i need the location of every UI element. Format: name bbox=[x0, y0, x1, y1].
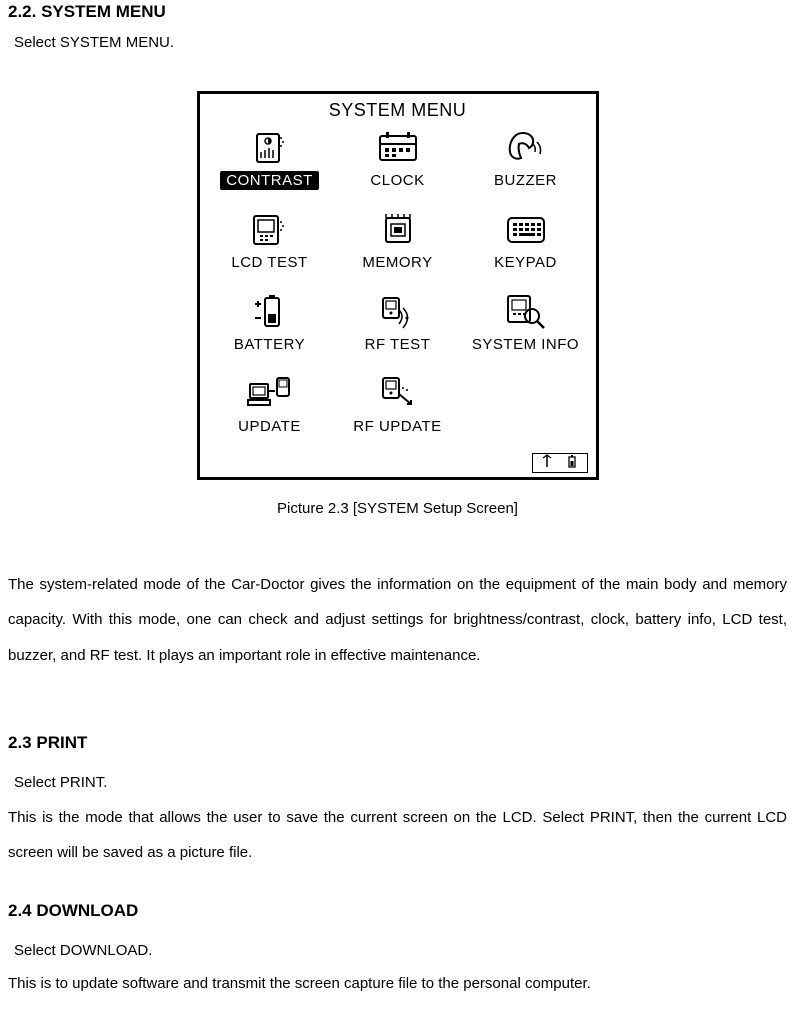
menu-item-empty bbox=[466, 373, 586, 451]
heading-2-3: 2.3 PRINT bbox=[8, 733, 787, 753]
menu-label-lcd-test: LCD TEST bbox=[225, 253, 313, 272]
lcd-test-icon bbox=[247, 209, 293, 251]
lcd-statusbar bbox=[532, 453, 588, 473]
battery-icon bbox=[247, 291, 293, 333]
rf-test-icon bbox=[375, 291, 421, 333]
menu-label-system-info: SYSTEM INFO bbox=[466, 335, 585, 354]
menu-label-keypad: KEYPAD bbox=[488, 253, 563, 272]
menu-label-contrast: CONTRAST bbox=[220, 171, 319, 190]
menu-item-clock[interactable]: CLOCK bbox=[338, 127, 458, 205]
system-info-icon bbox=[503, 291, 549, 333]
buzzer-icon bbox=[503, 127, 549, 169]
section-2-3-para: This is the mode that allows the user to… bbox=[8, 800, 787, 871]
section-2-2-para: The system-related mode of the Car-Docto… bbox=[8, 567, 787, 673]
menu-item-keypad[interactable]: KEYPAD bbox=[466, 209, 586, 287]
menu-item-lcd-test[interactable]: LCD TEST bbox=[210, 209, 330, 287]
battery-status-icon bbox=[566, 454, 578, 472]
menu-item-battery[interactable]: BATTERY bbox=[210, 291, 330, 369]
select-download: Select DOWNLOAD. bbox=[14, 933, 787, 968]
section-2-4-para: This is to update software and transmit … bbox=[8, 968, 787, 1000]
select-system-menu: Select SYSTEM MENU. bbox=[14, 34, 787, 51]
menu-label-memory: MEMORY bbox=[356, 253, 438, 272]
menu-label-battery: BATTERY bbox=[228, 335, 311, 354]
menu-item-rf-test[interactable]: RF TEST bbox=[338, 291, 458, 369]
lcd-title: SYSTEM MENU bbox=[206, 100, 590, 121]
menu-item-system-info[interactable]: SYSTEM INFO bbox=[466, 291, 586, 369]
heading-2-4: 2.4 DOWNLOAD bbox=[8, 901, 787, 921]
picture-caption: Picture 2.3 [SYSTEM Setup Screen] bbox=[8, 500, 787, 517]
memory-icon bbox=[375, 209, 421, 251]
menu-item-buzzer[interactable]: BUZZER bbox=[466, 127, 586, 205]
antenna-icon bbox=[541, 454, 553, 472]
heading-2-2: 2.2. SYSTEM MENU bbox=[8, 2, 787, 22]
menu-label-rf-update: RF UPDATE bbox=[347, 417, 447, 436]
lcd-screenshot-wrap: SYSTEM MENU CONTRAST bbox=[8, 91, 787, 480]
keypad-icon bbox=[503, 209, 549, 251]
menu-item-rf-update[interactable]: RF UPDATE bbox=[338, 373, 458, 451]
rf-update-icon bbox=[375, 373, 421, 415]
select-print: Select PRINT. bbox=[14, 765, 787, 800]
update-icon bbox=[247, 373, 293, 415]
menu-grid: CONTRAST bbox=[206, 127, 590, 451]
lcd-frame: SYSTEM MENU CONTRAST bbox=[197, 91, 599, 480]
menu-item-memory[interactable]: MEMORY bbox=[338, 209, 458, 287]
clock-icon bbox=[375, 127, 421, 169]
menu-label-update: UPDATE bbox=[232, 417, 307, 436]
menu-label-clock: CLOCK bbox=[364, 171, 430, 190]
menu-item-update[interactable]: UPDATE bbox=[210, 373, 330, 451]
menu-label-buzzer: BUZZER bbox=[488, 171, 563, 190]
menu-label-rf-test: RF TEST bbox=[359, 335, 437, 354]
menu-item-contrast[interactable]: CONTRAST bbox=[210, 127, 330, 205]
contrast-icon bbox=[247, 127, 293, 169]
